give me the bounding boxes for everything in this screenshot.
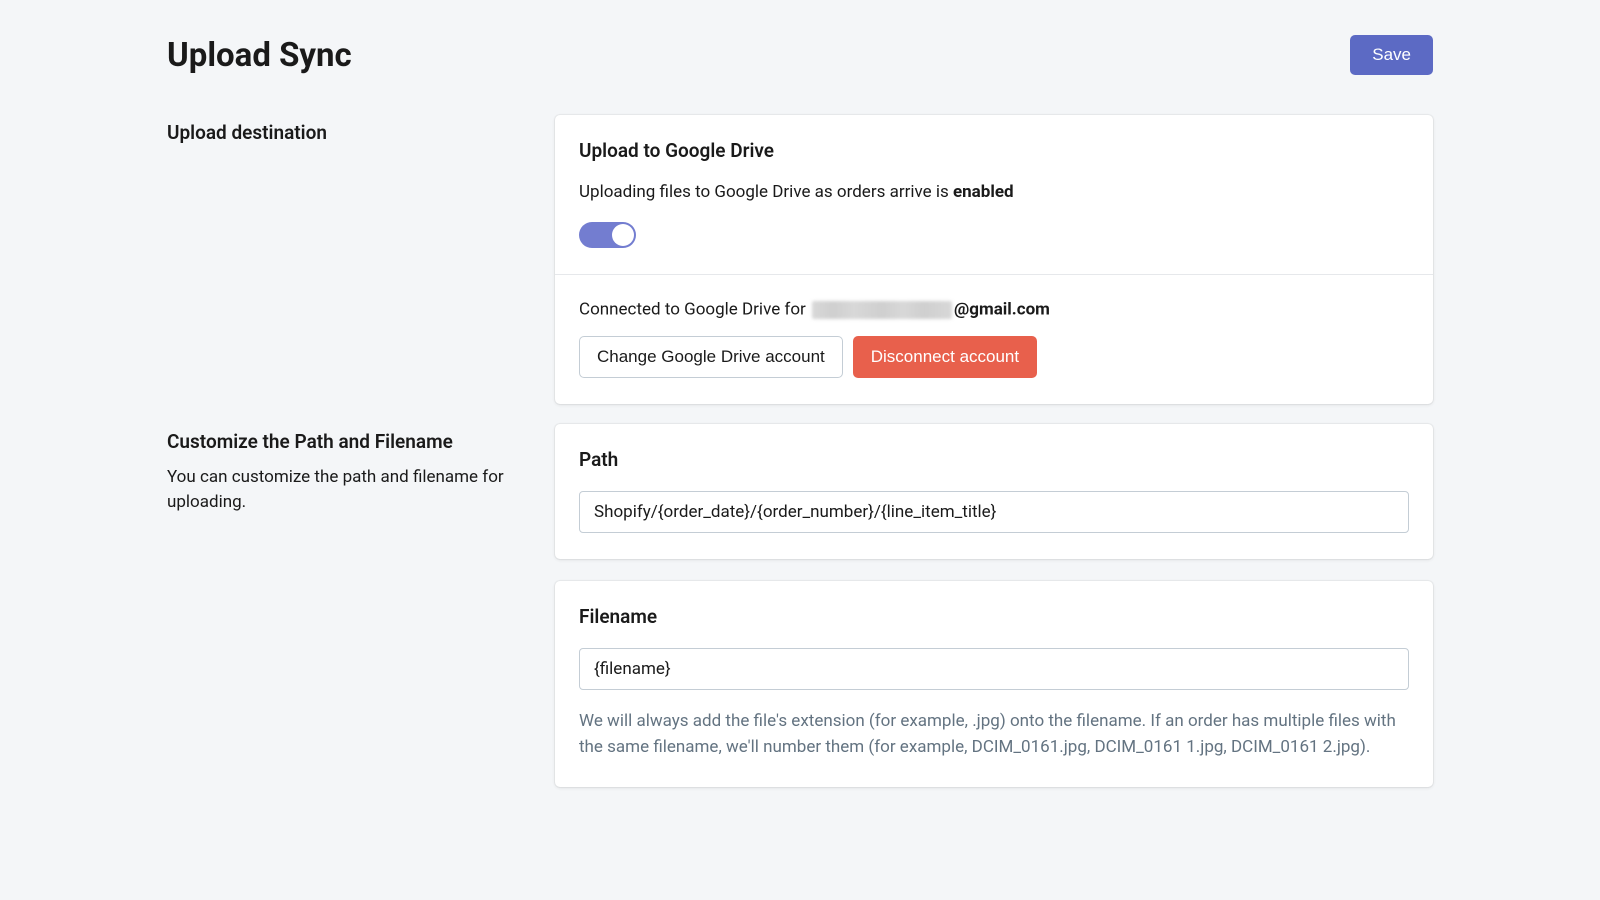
toggle-knob-icon <box>612 224 634 246</box>
upload-destination-card: Upload to Google Drive Uploading files t… <box>555 115 1433 404</box>
account-button-row: Change Google Drive account Disconnect a… <box>579 336 1409 378</box>
upload-status-line: Uploading files to Google Drive as order… <box>579 182 1409 202</box>
customize-section: Customize the Path and Filename You can … <box>167 424 1433 787</box>
connected-account-section: Connected to Google Drive for @gmail.com… <box>555 274 1433 404</box>
customize-heading: Customize the Path and Filename <box>167 430 525 453</box>
filename-input[interactable] <box>579 648 1409 690</box>
upload-card-title: Upload to Google Drive <box>579 139 1409 162</box>
customize-description: You can customize the path and filename … <box>167 465 525 516</box>
path-input[interactable] <box>579 491 1409 533</box>
upload-enabled-toggle[interactable] <box>579 222 636 248</box>
upload-destination-heading: Upload destination <box>167 121 525 144</box>
disconnect-account-button[interactable]: Disconnect account <box>853 336 1037 378</box>
page-title: Upload Sync <box>167 36 352 75</box>
customize-left: Customize the Path and Filename You can … <box>167 424 555 787</box>
page-header: Upload Sync Save <box>167 35 1433 75</box>
path-title: Path <box>579 448 1409 471</box>
change-account-button[interactable]: Change Google Drive account <box>579 336 843 378</box>
redacted-email-local <box>812 301 952 319</box>
upload-destination-section: Upload destination Upload to Google Driv… <box>167 115 1433 404</box>
filename-card: Filename We will always add the file's e… <box>555 581 1433 787</box>
filename-helper-text: We will always add the file's extension … <box>579 708 1409 761</box>
connected-prefix: Connected to Google Drive for <box>579 300 810 320</box>
save-button[interactable]: Save <box>1350 35 1433 75</box>
path-card: Path <box>555 424 1433 559</box>
filename-title: Filename <box>579 605 1409 628</box>
upload-toggle-section: Upload to Google Drive Uploading files t… <box>555 115 1433 274</box>
upload-destination-left: Upload destination <box>167 115 555 404</box>
upload-status-prefix: Uploading files to Google Drive as order… <box>579 182 953 202</box>
connected-account-text: Connected to Google Drive for @gmail.com <box>579 299 1409 320</box>
connected-email-domain: @gmail.com <box>954 300 1050 320</box>
upload-status-value: enabled <box>953 182 1014 202</box>
